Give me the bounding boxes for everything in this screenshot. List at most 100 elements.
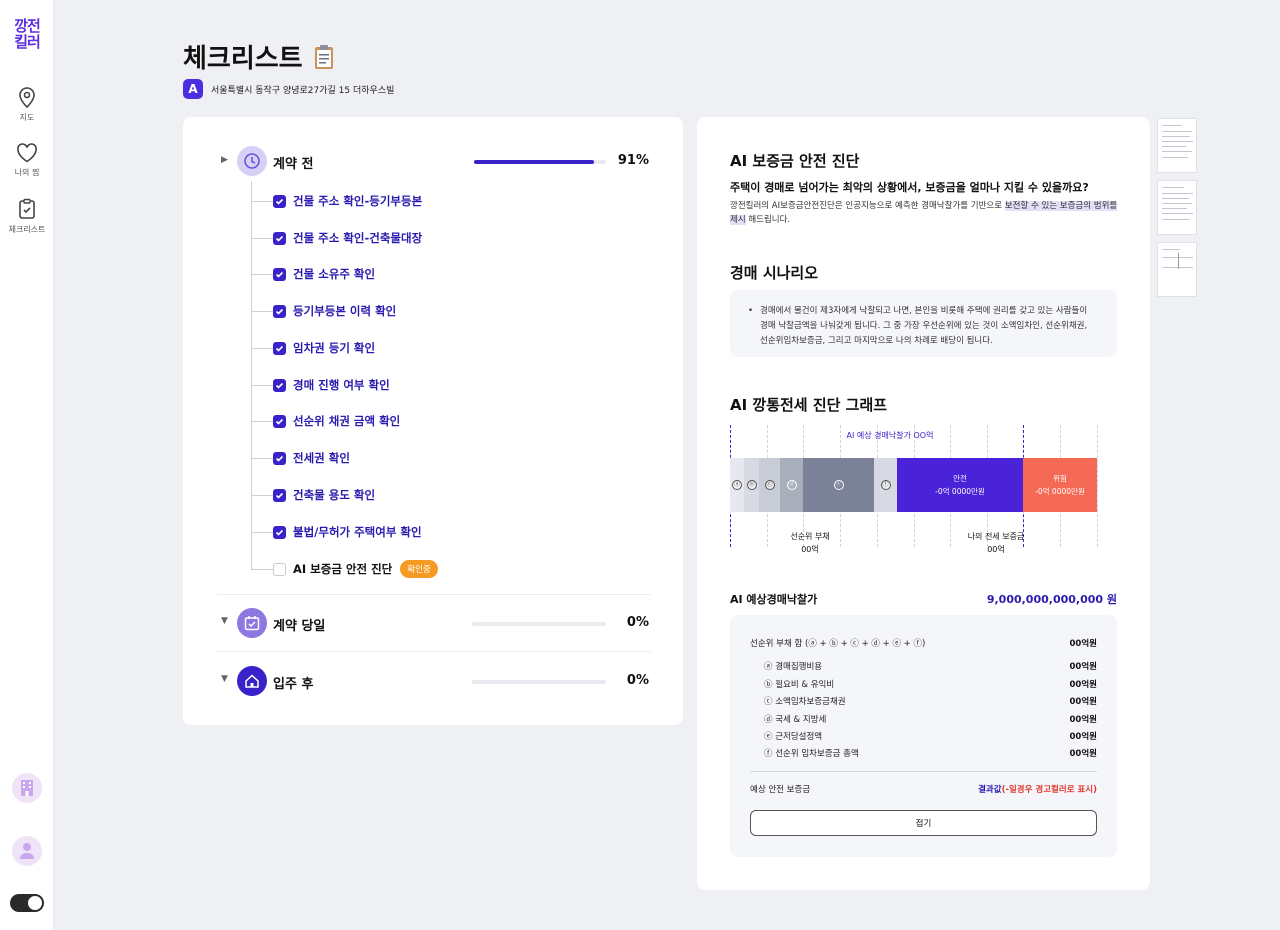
nav-item-checklist[interactable]: 체크리스트	[0, 198, 54, 235]
collapse-arrow-icon[interactable]: ▼	[221, 616, 228, 626]
danger-label: 위험	[1053, 474, 1067, 483]
section-after-movein[interactable]: ▼ 입주 후 0%	[183, 663, 683, 699]
debt-item-row: ⓔ 근저당설정액 00억원	[764, 730, 1097, 742]
my-deposit-title: 나의 전세 보증금	[967, 532, 1025, 541]
scenario-title: 경매 시나리오	[730, 264, 819, 282]
section-before-contract[interactable]: ▶ 계약 전 91%	[183, 144, 683, 180]
checkbox-checked[interactable]	[273, 525, 286, 539]
checkbox-checked[interactable]	[273, 414, 286, 428]
check-item[interactable]: 불법/무허가 주택여부 확인	[251, 522, 422, 542]
graph-segment-e: ⓔ	[803, 458, 874, 512]
check-label: 건물 주소 확인-등기부등본	[293, 194, 423, 208]
checkbox-unchecked[interactable]	[273, 562, 286, 576]
debt-item-label: ⓐ 경매집행비용	[764, 662, 823, 672]
nav-item-map[interactable]: 지도	[0, 86, 54, 123]
logo-line-1: 깡전	[14, 17, 41, 35]
checkbox-checked[interactable]	[273, 194, 286, 208]
document-thumbnail[interactable]	[1157, 242, 1197, 297]
check-item-ai-diagnosis[interactable]: AI 보증금 안전 진단 확인중	[251, 559, 438, 579]
check-item[interactable]: 경매 진행 여부 확인	[251, 375, 390, 395]
senior-debt-value: 00억	[801, 545, 819, 554]
sidebar: 깡전 킬러 지도 나의 찜 체크리스트	[0, 0, 54, 930]
calendar-check-icon	[237, 608, 267, 638]
debt-item-label: ⓔ 근저당설정액	[764, 732, 823, 742]
result-note: (-일경우 경고컬러로 표시)	[1001, 785, 1097, 795]
check-item[interactable]: 전세권 확인	[251, 448, 350, 468]
diagnosis-panel: AI 보증금 안전 진단 주택이 경매로 넘어가는 최악의 상황에서, 보증금을…	[697, 117, 1150, 890]
graph-predicted-label: AI 예상 경매낙찰가 OO억	[846, 431, 934, 440]
map-pin-icon	[19, 87, 35, 108]
document-thumbnail[interactable]	[1157, 180, 1197, 235]
section-divider	[217, 594, 651, 595]
user-icon	[20, 843, 34, 859]
nav-label-map: 지도	[19, 113, 35, 122]
status-badge: 확인중	[400, 560, 438, 578]
nav-item-favorites[interactable]: 나의 찜	[0, 143, 54, 178]
check-label: 불법/무허가 주택여부 확인	[293, 525, 422, 539]
building-avatar[interactable]	[12, 773, 42, 803]
checkbox-checked[interactable]	[273, 378, 286, 392]
check-item[interactable]: 건물 소유주 확인	[251, 264, 375, 284]
debt-item-value: 00억원	[1069, 749, 1097, 759]
graph-segment-b: ⓑ	[744, 458, 759, 512]
debt-item-label: ⓒ 소액임차보증금채권	[764, 697, 846, 707]
check-label: AI 보증금 안전 진단	[293, 562, 393, 576]
app-logo[interactable]: 깡전 킬러	[9, 18, 45, 50]
predicted-bid-label: AI 예상경매낙찰가	[730, 593, 818, 606]
check-label: 건물 소유주 확인	[293, 267, 376, 281]
safe-deposit-row: 예상 안전 보증금 결과값(-일경우 경고컬러로 표시)	[750, 783, 1097, 795]
graph-gridline	[1097, 425, 1098, 547]
graph-segment-a: ⓐ	[730, 458, 744, 512]
check-item[interactable]: 임차권 등기 확인	[251, 338, 375, 358]
check-item[interactable]: 건물 주소 확인-등기부등본	[251, 191, 422, 211]
check-item[interactable]: 건물 주소 확인-건축물대장	[251, 228, 422, 248]
debt-item-value: 00억원	[1069, 697, 1097, 707]
graph-segment-safe: 안전 -0억 0000만원	[897, 458, 1023, 512]
diagnosis-question: 주택이 경매로 넘어가는 최악의 상황에서, 보증금을 얼마나 지킬 수 있을까…	[730, 181, 1089, 194]
debt-item-value: 00억원	[1069, 715, 1097, 725]
nav-label-checklist: 체크리스트	[8, 225, 46, 234]
check-item[interactable]: 선순위 채권 금액 확인	[251, 411, 400, 431]
graph-segment-f: ⓕ	[874, 458, 897, 512]
breakdown-divider	[750, 771, 1097, 772]
check-label: 건물 주소 확인-건축물대장	[293, 231, 423, 245]
debt-breakdown: 선순위 부채 합 (ⓐ + ⓑ + ⓒ + ⓓ + ⓔ + ⓕ) 00억원 ⓐ …	[730, 615, 1117, 857]
section-divider	[217, 651, 651, 652]
checkbox-checked[interactable]	[273, 231, 286, 245]
user-avatar[interactable]	[12, 836, 42, 866]
check-label: 등기부등본 이력 확인	[293, 304, 397, 318]
senior-debt-title: 선순위 부채	[790, 532, 830, 541]
result-value: 결과값	[978, 785, 1002, 795]
debt-item-row: ⓐ 경매집행비용 00억원	[764, 660, 1097, 672]
graph-segment-d: ⓓ	[780, 458, 803, 512]
address-badge: A	[183, 79, 203, 99]
scenario-text: 경매에서 물건이 제3자에게 낙찰되고 나면, 본인을 비롯해 주택에 권리를 …	[760, 306, 1088, 346]
checkbox-checked[interactable]	[273, 304, 286, 318]
document-thumbnail[interactable]	[1157, 118, 1197, 173]
check-label: 건축물 용도 확인	[293, 488, 376, 502]
section-progress-bar	[472, 680, 606, 684]
checkbox-checked[interactable]	[273, 451, 286, 465]
senior-debt-label: 선순위 부채 00억	[770, 530, 850, 556]
section-contract-day[interactable]: ▼ 계약 당일 0%	[183, 605, 683, 641]
theme-toggle[interactable]	[10, 894, 44, 912]
debt-item-row: ⓓ 국세 & 지방세 00억원	[764, 713, 1097, 725]
home-icon	[237, 666, 267, 696]
expand-arrow-icon[interactable]: ▶	[221, 155, 228, 165]
check-item[interactable]: 등기부등본 이력 확인	[251, 301, 396, 321]
bullet-dot: •	[748, 306, 754, 316]
heart-icon	[17, 143, 37, 163]
logo-line-2: 킬러	[14, 33, 41, 51]
checkbox-checked[interactable]	[273, 341, 286, 355]
debt-total-label: 선순위 부채 합 (ⓐ + ⓑ + ⓒ + ⓓ + ⓔ + ⓕ)	[750, 639, 926, 649]
debt-item-row: ⓒ 소액임차보증금채권 00억원	[764, 695, 1097, 707]
fold-button[interactable]: 접기	[750, 810, 1097, 836]
toggle-knob	[28, 896, 42, 910]
checkbox-checked[interactable]	[273, 488, 286, 502]
collapse-arrow-icon[interactable]: ▼	[221, 674, 228, 684]
graph-segment-c: ⓒ	[759, 458, 780, 512]
check-item[interactable]: 건축물 용도 확인	[251, 485, 375, 505]
nav-label-favorites: 나의 찜	[14, 168, 40, 177]
checkbox-checked[interactable]	[273, 267, 286, 281]
debt-item-row: ⓕ 선순위 임차보증금 총액 00억원	[764, 747, 1097, 759]
